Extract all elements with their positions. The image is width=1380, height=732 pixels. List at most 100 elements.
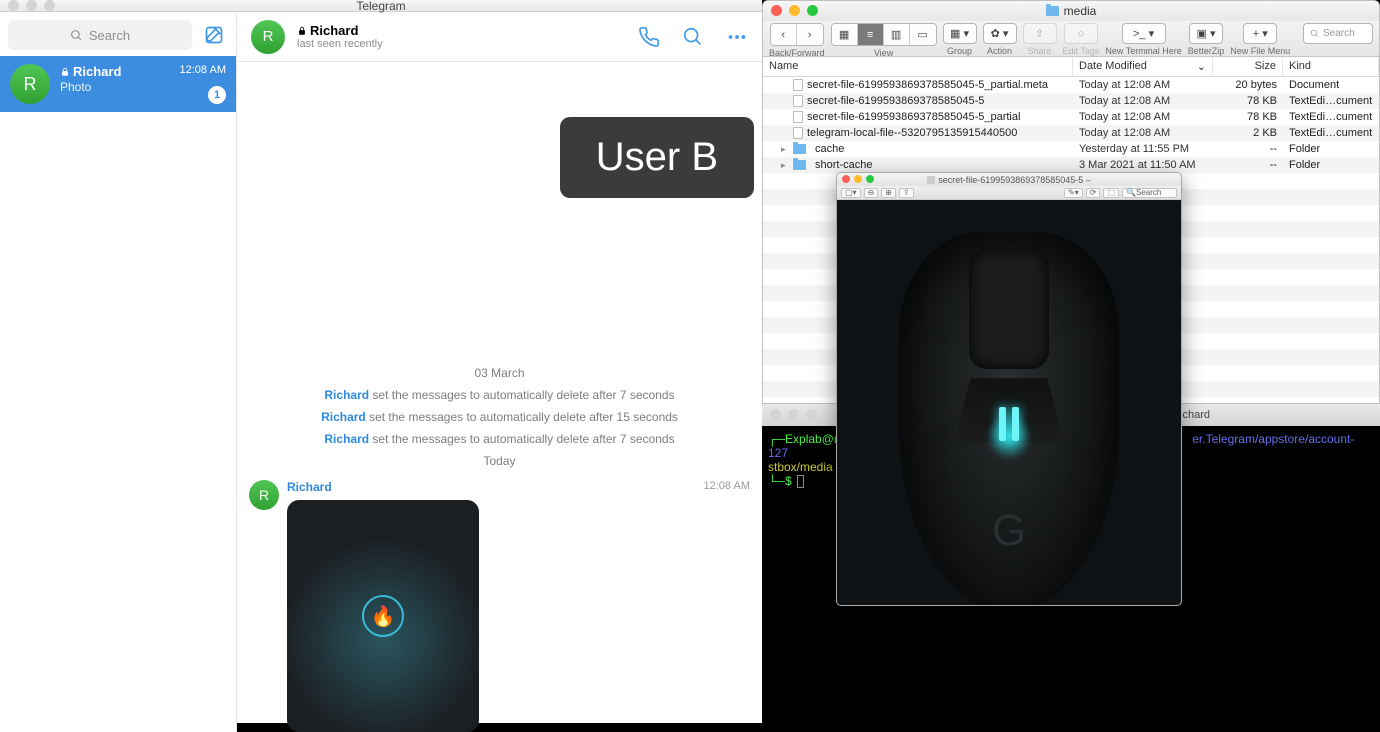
back-button[interactable]: ‹ — [771, 24, 797, 45]
file-name: secret-file-6199593869378585045-5 — [807, 95, 984, 107]
zoom-in-button[interactable]: ⊕ — [881, 188, 896, 198]
back-forward-buttons[interactable]: ‹› — [770, 23, 824, 46]
traffic-close[interactable] — [771, 5, 782, 16]
file-kind: TextEdi…cument — [1283, 95, 1379, 107]
header-name: Richard — [310, 23, 358, 38]
finder-column-headers[interactable]: Name Date Modified⌄ Size Kind — [763, 57, 1379, 77]
message-avatar[interactable]: R — [249, 480, 279, 510]
sort-indicator-icon: ⌄ — [1197, 60, 1206, 73]
header-status: last seen recently — [297, 38, 383, 50]
file-kind: Folder — [1283, 159, 1379, 171]
col-name[interactable]: Name — [763, 57, 1073, 76]
doc-icon — [927, 176, 935, 184]
message[interactable]: R Richard 12:08 AM 🔥 — [249, 480, 750, 732]
file-kind: Document — [1283, 79, 1379, 91]
file-size: 20 bytes — [1213, 79, 1283, 91]
chat-item-richard[interactable]: R Richard Photo 12:08 AM 1 — [0, 56, 236, 112]
table-row[interactable]: secret-file-6199593869378585045-5 Today a… — [763, 93, 1379, 109]
secret-photo[interactable]: 🔥 — [287, 500, 479, 732]
search-chat-icon[interactable] — [682, 26, 704, 48]
traffic-max[interactable] — [866, 175, 874, 183]
service-message: Richard set the messages to automaticall… — [249, 432, 750, 446]
file-icon — [793, 111, 803, 123]
file-date: Today at 12:08 AM — [1073, 79, 1213, 91]
more-icon[interactable] — [726, 26, 748, 48]
traffic-min[interactable] — [789, 5, 800, 16]
folder-icon — [1046, 6, 1059, 16]
markup-button[interactable]: ✎▾ — [1064, 188, 1083, 198]
forward-button[interactable]: › — [797, 24, 823, 45]
message-time: 12:08 AM — [704, 480, 750, 494]
table-row[interactable]: ▸short-cache3 Mar 2021 at 11:50 AM--Fold… — [763, 157, 1379, 173]
table-row[interactable]: telegram-local-file--5320795135915440500… — [763, 125, 1379, 141]
preview-title-text: secret-file-6199593869378585045-5 – — [938, 175, 1091, 185]
traffic-max[interactable] — [806, 409, 817, 420]
table-row[interactable]: ▸cacheYesterday at 11:55 PM--Folder — [763, 141, 1379, 157]
file-date: 3 Mar 2021 at 11:50 AM — [1073, 159, 1213, 171]
file-name: short-cache — [815, 159, 872, 171]
gallery-view-button[interactable]: ▭ — [910, 24, 936, 45]
column-view-button[interactable]: ▥ — [884, 24, 910, 45]
avatar: R — [10, 64, 50, 104]
traffic-max[interactable] — [807, 5, 818, 16]
search-input[interactable]: Search — [8, 20, 192, 50]
search-placeholder: Search — [89, 28, 130, 43]
traffic-min[interactable] — [788, 409, 799, 420]
file-size: 78 KB — [1213, 111, 1283, 123]
lock-icon — [60, 67, 70, 77]
preview-window[interactable]: secret-file-6199593869378585045-5 – ▢▾ ⊖… — [836, 172, 1182, 606]
traffic-max[interactable] — [44, 0, 55, 11]
betterzip-button[interactable]: ▣ ▾ — [1189, 23, 1223, 44]
rotate-button[interactable]: ⟳ — [1086, 188, 1101, 198]
call-icon[interactable] — [638, 26, 660, 48]
traffic-close[interactable] — [8, 0, 19, 11]
file-size: 2 KB — [1213, 127, 1283, 139]
view-buttons[interactable]: ▦ ≡ ▥ ▭ — [831, 23, 937, 46]
file-date: Yesterday at 11:55 PM — [1073, 143, 1213, 155]
table-row[interactable]: secret-file-6199593869378585045-5_partia… — [763, 109, 1379, 125]
traffic-close[interactable] — [770, 409, 781, 420]
toolbar-label: Edit Tags — [1063, 46, 1100, 56]
chat-name-text: Richard — [73, 64, 121, 79]
new-file-button[interactable]: + ▾ — [1243, 23, 1277, 44]
toolbar-label: New Terminal Here — [1105, 46, 1181, 56]
list-view-button[interactable]: ≡ — [858, 24, 884, 45]
toolbar-label: New File Menu — [1230, 46, 1290, 56]
disclosure-icon[interactable]: ▸ — [781, 144, 789, 155]
file-icon — [793, 79, 803, 91]
compose-icon — [204, 25, 224, 45]
preview-image[interactable]: G — [837, 200, 1181, 605]
group-button[interactable]: ▦ ▾ — [943, 23, 977, 44]
col-size[interactable]: Size — [1213, 57, 1283, 76]
icon-view-button[interactable]: ▦ — [832, 24, 858, 45]
file-name: telegram-local-file--5320795135915440500 — [807, 127, 1017, 139]
sidebar-toggle-button[interactable]: ▢▾ — [841, 188, 861, 198]
highlight-button[interactable]: ⬚ — [1103, 188, 1119, 198]
messages-area[interactable]: User B 03 March Richard set the messages… — [237, 62, 762, 732]
new-terminal-button[interactable]: >_ ▾ — [1122, 23, 1166, 44]
col-kind[interactable]: Kind — [1283, 57, 1379, 76]
file-icon — [793, 95, 803, 107]
toolbar-label: Share — [1028, 46, 1052, 56]
traffic-min[interactable] — [854, 175, 862, 183]
file-kind: TextEdi…cument — [1283, 127, 1379, 139]
term-cwd: stbox/media — [768, 460, 833, 474]
header-avatar[interactable]: R — [251, 20, 285, 54]
zoom-out-button[interactable]: ⊖ — [864, 188, 879, 198]
traffic-min[interactable] — [26, 0, 37, 11]
col-date[interactable]: Date Modified⌄ — [1073, 57, 1213, 76]
edit-tags-button: ○ — [1064, 23, 1098, 44]
disclosure-icon[interactable]: ▸ — [781, 160, 789, 171]
preview-search-input[interactable]: 🔍 Search — [1122, 188, 1177, 198]
table-row[interactable]: secret-file-6199593869378585045-5_partia… — [763, 77, 1379, 93]
action-button[interactable]: ✿ ▾ — [983, 23, 1017, 44]
share-button[interactable]: ⇪ — [899, 188, 914, 198]
folder-icon — [793, 160, 806, 170]
preview-titlebar: secret-file-6199593869378585045-5 – — [837, 173, 1181, 186]
telegram-chat-header: R Richard last seen recently — [237, 12, 762, 62]
compose-button[interactable] — [200, 21, 228, 49]
file-date: Today at 12:08 AM — [1073, 95, 1213, 107]
toolbar-label: Action — [987, 46, 1012, 56]
traffic-close[interactable] — [842, 175, 850, 183]
finder-search-input[interactable]: Search — [1303, 23, 1373, 44]
